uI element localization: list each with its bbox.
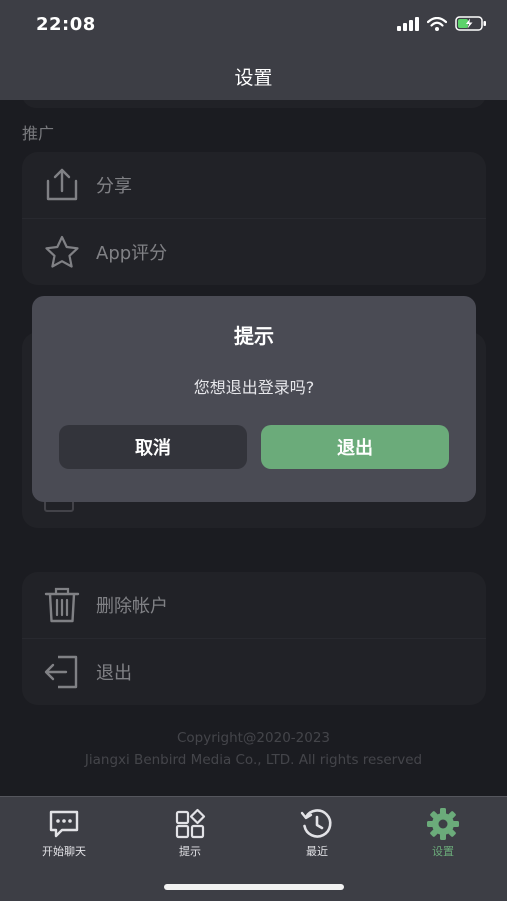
tips-grid-icon	[173, 807, 207, 841]
logout-confirm-dialog: 提示 您想退出登录吗? 取消 退出	[32, 296, 476, 502]
history-icon	[300, 807, 334, 841]
battery-charging-icon	[455, 16, 486, 31]
status-icons	[397, 16, 487, 31]
signal-icon	[397, 16, 419, 31]
chat-icon	[47, 807, 81, 841]
tab-recent[interactable]: 最近	[272, 807, 362, 859]
tab-start-chat[interactable]: 开始聊天	[19, 807, 109, 859]
tab-tips[interactable]: 提示	[145, 807, 235, 859]
dialog-title: 提示	[234, 324, 274, 348]
dialog-message: 您想退出登录吗?	[193, 378, 315, 397]
navigation-bar: 设置	[0, 50, 507, 100]
status-bar: 22:08	[0, 0, 507, 50]
confirm-logout-button[interactable]: 退出	[261, 425, 449, 469]
tab-settings[interactable]: 设置	[398, 807, 488, 859]
settings-gear-icon	[426, 807, 460, 841]
tab-label: 开始聊天	[42, 845, 86, 858]
tab-label: 设置	[432, 845, 454, 858]
wifi-icon	[427, 16, 447, 31]
page-title: 设置	[234, 67, 273, 89]
tab-label: 提示	[179, 845, 201, 858]
tab-label: 最近	[306, 845, 328, 858]
status-time: 22:08	[36, 14, 96, 35]
home-indicator	[164, 884, 344, 890]
cancel-button[interactable]: 取消	[59, 425, 247, 469]
